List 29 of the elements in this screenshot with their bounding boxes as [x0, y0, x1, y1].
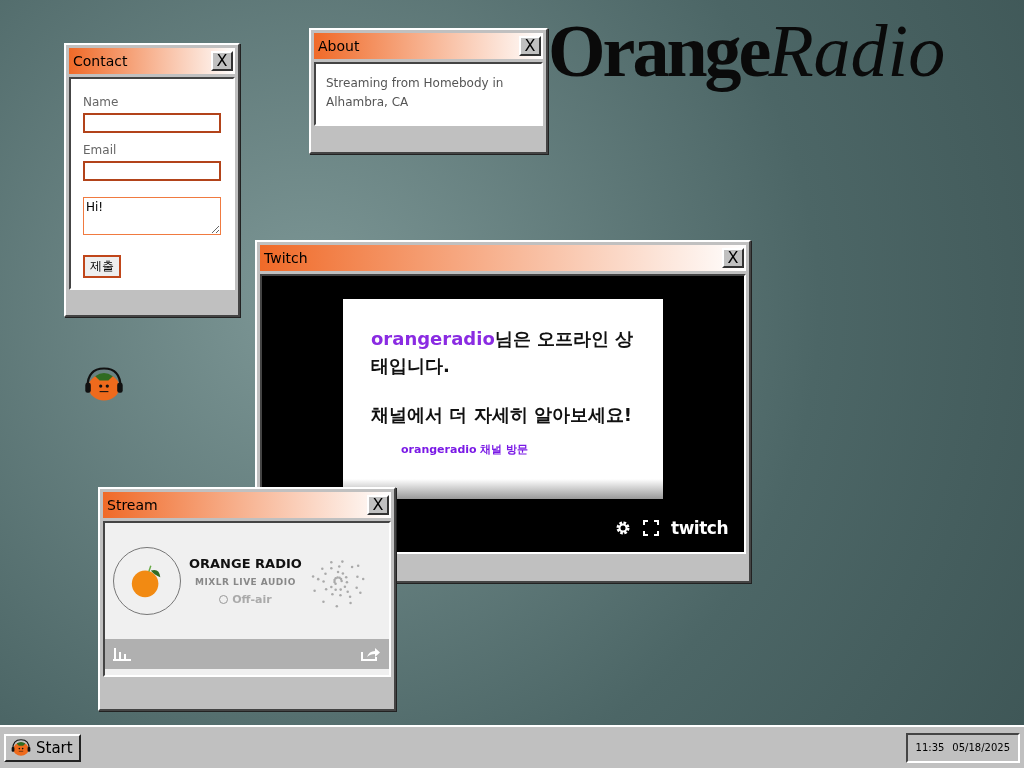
field-label: Name [83, 95, 120, 109]
window-title: Contact [73, 53, 128, 69]
clock-time: 11:35 [915, 742, 945, 753]
settings-icon[interactable] [615, 520, 632, 536]
more-info-text: 채널에서 더 자세히 알아보세요! [371, 403, 633, 427]
window-title: Twitch [264, 250, 308, 266]
close-button[interactable]: X [211, 51, 233, 71]
window-title: Stream [107, 497, 158, 513]
about-text: Streaming from Homebody in Alhambra, CA [325, 75, 505, 111]
window-title: About [318, 38, 360, 54]
submit-button[interactable]: 제출 [83, 255, 121, 278]
input-field[interactable] [83, 161, 221, 181]
clock-date: 05/18/2025 [952, 742, 1010, 753]
station-subtitle: MIXLR LIVE AUDIO [195, 577, 296, 587]
channel-link[interactable]: orangeradio 채널 방문 [401, 442, 529, 457]
close-button[interactable]: X [519, 36, 541, 56]
close-button[interactable]: X [367, 495, 389, 515]
input-field[interactable] [83, 113, 221, 133]
close-button[interactable]: X [722, 248, 744, 268]
fullscreen-icon[interactable] [643, 520, 660, 536]
status-text: Off-air [232, 593, 272, 606]
field-label: Email [83, 143, 118, 157]
offline-message: orangeradio님은 오프라인 상태입니다. [371, 327, 635, 378]
brand-title: Radio [768, 14, 946, 88]
twitch-logo[interactable]: twitch [671, 518, 728, 538]
message-field[interactable]: Hi! [83, 197, 221, 235]
start-button[interactable]: Start [4, 733, 81, 762]
station-name: ORANGE RADIO [189, 556, 302, 571]
mascot-icon [10, 736, 32, 759]
